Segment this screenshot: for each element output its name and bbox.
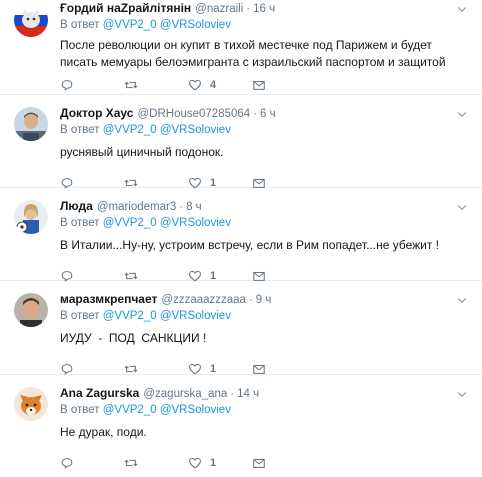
avatar[interactable] <box>14 3 48 37</box>
separator-dot: · <box>246 3 251 15</box>
timestamp[interactable]: 8 ч <box>186 199 202 215</box>
reply-icon <box>61 458 73 469</box>
separator-dot: · <box>253 108 258 120</box>
tweet[interactable]: Люда @mariodemar3 · 8 ч В ответ @VVP2_0 … <box>0 188 482 282</box>
avatar[interactable] <box>14 200 48 234</box>
reply-context: В ответ @VVP2_0 @VRSoloviev <box>60 217 231 229</box>
chevron-down-icon[interactable] <box>454 1 470 17</box>
tweet-text: Не дурак, поди. <box>60 425 147 439</box>
reply-button[interactable] <box>60 362 124 376</box>
dm-button[interactable] <box>252 78 316 92</box>
man-avatar-icon <box>14 107 48 141</box>
envelope-icon <box>253 364 265 374</box>
dm-button[interactable] <box>252 362 316 376</box>
chevron-down-icon[interactable] <box>454 106 470 122</box>
avatar[interactable] <box>14 387 48 421</box>
separator-dot: · <box>248 294 253 306</box>
retweet-button[interactable] <box>124 78 188 92</box>
user-handle[interactable]: @nazraili <box>195 1 243 17</box>
reply-button[interactable] <box>60 456 124 470</box>
display-name[interactable]: Люда <box>60 198 93 214</box>
reply-icon <box>61 80 73 91</box>
display-name[interactable]: Доктор Хаус <box>60 105 133 121</box>
reply-button[interactable] <box>60 78 124 92</box>
reply-icon <box>61 364 73 375</box>
retweet-button[interactable] <box>124 362 188 376</box>
dm-button[interactable] <box>252 456 316 470</box>
man-portrait-avatar-icon <box>14 293 48 327</box>
user-handle[interactable]: @DRHouse07285064 <box>137 106 250 122</box>
tweet[interactable]: Ana Zagurska @zagurska_ana · 14 ч В отве… <box>0 375 482 477</box>
like-button[interactable]: 4 <box>188 78 252 92</box>
tweet-text: ИУДУ - ПОД САНКЦИИ ! <box>60 331 207 345</box>
tweet[interactable]: маразмкрепчает @zzzaaazzzaaa · 9 ч В отв… <box>0 281 482 375</box>
user-handle[interactable]: @zagurska_ana <box>143 386 227 402</box>
fox-avatar-icon <box>14 387 48 421</box>
retweet-icon <box>124 81 138 89</box>
like-count: 1 <box>210 363 217 375</box>
separator-dot: · <box>179 201 184 213</box>
mention-link[interactable]: @VRSoloviev <box>160 310 231 322</box>
reply-context: В ответ @VVP2_0 @VRSoloviev <box>60 19 231 31</box>
like-count: 4 <box>210 79 217 91</box>
heart-icon <box>189 79 201 91</box>
timestamp[interactable]: 14 ч <box>237 386 259 402</box>
mention-link[interactable]: @VRSoloviev <box>160 404 231 416</box>
reply-feed: Ғордий наZрайлітянін @nazraili · 16 ч В … <box>0 0 482 477</box>
mention-link[interactable]: @VRSoloviev <box>160 217 231 229</box>
retweet-button[interactable] <box>124 456 188 470</box>
chevron-down-icon[interactable] <box>454 199 470 215</box>
retweet-icon <box>124 459 138 467</box>
mention-link[interactable]: @VVP2_0 <box>103 404 157 416</box>
mention-link[interactable]: @VRSoloviev <box>160 124 231 136</box>
like-button[interactable]: 1 <box>188 456 252 470</box>
envelope-icon <box>253 80 265 90</box>
tweet-text: После революции он купит в тихой местечк… <box>60 38 446 69</box>
envelope-icon <box>253 458 265 468</box>
tweet-text: руснявый циничный подонок. <box>60 145 224 159</box>
like-button[interactable]: 1 <box>188 362 252 376</box>
chevron-down-icon[interactable] <box>454 292 470 308</box>
display-name[interactable]: Ana Zagurska <box>60 385 139 401</box>
avatar[interactable] <box>14 107 48 141</box>
mention-link[interactable]: @VVP2_0 <box>103 124 157 136</box>
avatar[interactable] <box>14 293 48 327</box>
reply-context: В ответ @VVP2_0 @VRSoloviev <box>60 124 231 136</box>
tweet[interactable]: Ғордий наZрайлітянін @nazraili · 16 ч В … <box>0 0 482 95</box>
retweet-icon <box>124 365 138 373</box>
woman-avatar-icon <box>14 200 48 234</box>
mention-link[interactable]: @VVP2_0 <box>103 19 157 31</box>
tweet-actions: 4 <box>60 77 472 93</box>
mention-link[interactable]: @VVP2_0 <box>103 310 157 322</box>
mention-link[interactable]: @VRSoloviev <box>160 19 231 31</box>
timestamp[interactable]: 16 ч <box>253 1 275 17</box>
timestamp[interactable]: 9 ч <box>256 292 272 308</box>
separator-dot: · <box>230 388 235 400</box>
timestamp[interactable]: 6 ч <box>260 106 276 122</box>
heart-icon <box>189 363 201 375</box>
chevron-down-icon[interactable] <box>454 386 470 402</box>
reply-context: В ответ @VVP2_0 @VRSoloviev <box>60 310 231 322</box>
mention-link[interactable]: @VVP2_0 <box>103 217 157 229</box>
user-handle[interactable]: @mariodemar3 <box>97 199 176 215</box>
cat-flag-avatar-icon <box>14 3 48 37</box>
like-count: 1 <box>210 457 217 469</box>
display-name[interactable]: Ғордий наZрайлітянін <box>60 0 191 16</box>
tweet[interactable]: Доктор Хаус @DRHouse07285064 · 6 ч В отв… <box>0 95 482 189</box>
reply-context: В ответ @VVP2_0 @VRSoloviev <box>60 404 231 416</box>
user-handle[interactable]: @zzzaaazzzaaa <box>161 292 246 308</box>
display-name[interactable]: маразмкрепчает <box>60 291 157 307</box>
tweet-actions: 1 <box>60 455 472 471</box>
tweet-text: В Италии...Ну-ну, устроим встречу, если … <box>60 238 440 252</box>
heart-icon <box>189 457 201 469</box>
